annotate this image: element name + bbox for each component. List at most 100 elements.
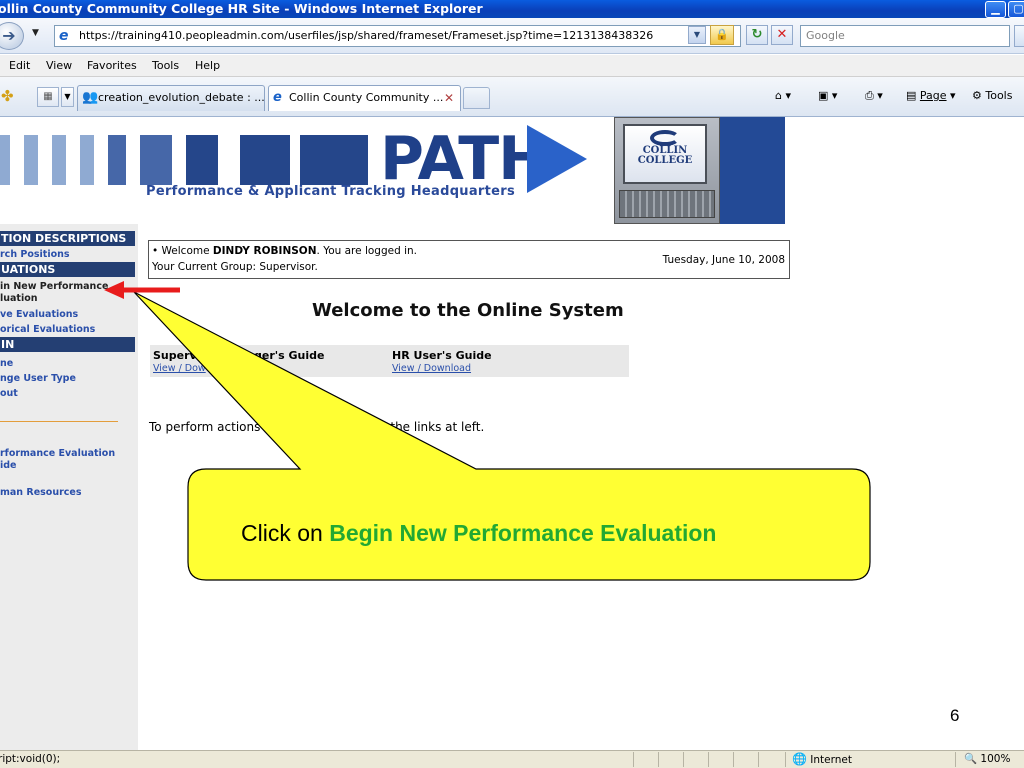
maximize-button[interactable]: ▢ bbox=[1008, 1, 1024, 18]
banner-stripe bbox=[24, 135, 38, 185]
home-icon[interactable]: ⌂ ▾ bbox=[775, 86, 791, 106]
status-divider bbox=[633, 752, 634, 767]
sidebar-item-performance-evaluation-guide-line2[interactable]: ide bbox=[0, 460, 135, 471]
sidebar-heading-evaluations: UATIONS bbox=[0, 262, 135, 277]
gear-icon: ⚙ bbox=[972, 89, 982, 102]
tools-menu-label: Tools bbox=[985, 89, 1013, 102]
lock-icon[interactable]: 🔒 bbox=[710, 25, 734, 45]
path-arrow-icon bbox=[527, 125, 587, 193]
search-button[interactable] bbox=[1014, 25, 1024, 47]
window-title-bar: ollin County Community College HR Site -… bbox=[0, 0, 1024, 18]
current-group: Your Current Group: Supervisor. bbox=[152, 261, 318, 273]
sidebar-divider bbox=[0, 421, 118, 422]
sidebar-item-human-resources[interactable]: man Resources bbox=[0, 487, 135, 498]
supervisor-guide-title: Superv bbox=[153, 349, 197, 362]
history-dropdown-icon[interactable]: ▼ bbox=[32, 28, 39, 38]
feeds-icon[interactable]: ▣ ▾ bbox=[818, 86, 837, 106]
page-menu-label: Page bbox=[919, 89, 947, 102]
close-tab-icon[interactable]: ✕ bbox=[444, 86, 454, 110]
minimize-button[interactable]: ▁ bbox=[985, 1, 1006, 18]
sidebar-item-performance-evaluation-guide[interactable]: rformance Evaluation bbox=[0, 448, 135, 459]
welcome-suffix: . You are logged in. bbox=[316, 245, 417, 257]
quick-tabs-icon[interactable]: ▦ bbox=[37, 87, 59, 107]
banner-stripe bbox=[108, 135, 126, 185]
banner-side-panel bbox=[720, 117, 785, 224]
zoom-label: 100% bbox=[980, 753, 1011, 765]
sidebar-item-change-user-type[interactable]: nge User Type bbox=[0, 373, 135, 384]
tab-list-dropdown-icon[interactable]: ▼ bbox=[61, 87, 74, 107]
welcome-line: • Welcome DINDY ROBINSON. You are logged… bbox=[152, 245, 417, 257]
hr-guide-link[interactable]: View / Download bbox=[392, 363, 471, 374]
sidebar-item-begin-new-evaluation-line2[interactable]: luation bbox=[0, 293, 135, 304]
tools-menu[interactable]: ⚙ Tools bbox=[972, 86, 1012, 106]
sidebar-item-logout[interactable]: out bbox=[0, 388, 135, 399]
path-banner: PATH Performance & Applicant Tracking He… bbox=[0, 117, 785, 224]
welcome-prefix: • Welcome bbox=[152, 245, 213, 257]
favorites-star-icon[interactable]: ✤ bbox=[1, 87, 14, 105]
laptop-image: COLLIN COLLEGE bbox=[614, 117, 720, 224]
current-date: Tuesday, June 10, 2008 bbox=[662, 254, 785, 266]
banner-stripe bbox=[0, 135, 10, 185]
zoom-control[interactable]: 🔍 100% bbox=[964, 751, 1010, 768]
hr-guide-title: HR User's Guide bbox=[392, 349, 492, 362]
instructions-text: To perform actions the links at left. bbox=[149, 420, 484, 434]
globe-icon: 🌐 bbox=[792, 752, 807, 766]
college-name-line2: COLLEGE bbox=[637, 155, 693, 166]
window-title: ollin County Community College HR Site -… bbox=[0, 1, 483, 16]
menu-view[interactable]: View bbox=[46, 55, 72, 76]
menu-favorites[interactable]: Favorites bbox=[87, 55, 137, 76]
callout-prefix: Click on bbox=[241, 520, 330, 546]
status-text: ript:void(0); bbox=[0, 753, 61, 765]
address-input[interactable]: e https://training410.peopleadmin.com/us… bbox=[54, 25, 741, 47]
new-tab-button[interactable] bbox=[463, 87, 490, 109]
sidebar-heading-admin: IN bbox=[0, 337, 135, 352]
sidebar-heading-position-descriptions: TION DESCRIPTIONS bbox=[0, 231, 135, 246]
supervisor-guide-link[interactable]: View / Dow bbox=[153, 363, 206, 374]
tab-collin-county[interactable]: e Collin County Community ... ✕ bbox=[268, 85, 461, 111]
laptop-screen: COLLIN COLLEGE bbox=[623, 124, 707, 184]
instructions-end: the links at left. bbox=[390, 420, 485, 434]
sidebar-item-home[interactable]: ne bbox=[0, 358, 135, 369]
zone-label: Internet bbox=[810, 754, 852, 766]
instructions-start: To perform actions bbox=[149, 420, 261, 434]
sidebar-item-historical-evaluations[interactable]: orical Evaluations bbox=[0, 324, 135, 335]
menu-edit[interactable]: Edit bbox=[9, 55, 30, 76]
banner-stripe bbox=[186, 135, 218, 185]
search-input[interactable]: Google bbox=[800, 25, 1010, 47]
status-divider bbox=[708, 752, 709, 767]
security-zone[interactable]: 🌐 Internet bbox=[792, 751, 852, 768]
zoom-icon: 🔍 bbox=[964, 753, 978, 765]
search-placeholder: Google bbox=[806, 29, 845, 42]
slide-number: 6 bbox=[950, 706, 960, 725]
banner-subtitle: Performance & Applicant Tracking Headqua… bbox=[146, 184, 516, 199]
tab-creation-evolution[interactable]: 👥 creation_evolution_debate : ... bbox=[77, 85, 265, 111]
back-button[interactable]: ➔ bbox=[0, 22, 24, 50]
supervisor-guide-title-tail: ger's Guide bbox=[254, 349, 325, 362]
sidebar-item-begin-new-evaluation[interactable]: in New Performance bbox=[0, 281, 135, 292]
sidebar-item-search-positions[interactable]: rch Positions bbox=[0, 249, 135, 260]
stop-icon[interactable]: ✕ bbox=[771, 25, 793, 45]
path-logo: PATH bbox=[380, 124, 548, 194]
user-name: DINDY ROBINSON bbox=[212, 245, 317, 257]
status-divider bbox=[658, 752, 659, 767]
sidebar-item-active-evaluations[interactable]: ve Evaluations bbox=[0, 309, 135, 320]
banner-stripe bbox=[80, 135, 94, 185]
page-icon: ▤ bbox=[906, 89, 917, 102]
refresh-icon[interactable]: ↻ bbox=[746, 25, 768, 45]
banner-stripe bbox=[300, 135, 368, 185]
tab-label: Collin County Community ... bbox=[289, 91, 444, 104]
status-divider bbox=[733, 752, 734, 767]
status-divider bbox=[683, 752, 684, 767]
status-divider bbox=[955, 752, 956, 767]
laptop-keyboard bbox=[619, 190, 715, 218]
page-menu[interactable]: ▤ Page ▾ bbox=[906, 86, 956, 106]
print-icon[interactable]: ⎙ ▾ bbox=[865, 86, 883, 106]
menu-help[interactable]: Help bbox=[195, 55, 220, 76]
menu-tools[interactable]: Tools bbox=[152, 55, 179, 76]
menu-bar: Edit View Favorites Tools Help bbox=[0, 55, 1024, 77]
banner-stripe bbox=[140, 135, 172, 185]
guides-panel: Superv ger's Guide View / Dow HR User's … bbox=[150, 345, 629, 377]
address-dropdown-icon[interactable]: ▼ bbox=[688, 26, 706, 44]
welcome-box: • Welcome DINDY ROBINSON. You are logged… bbox=[148, 240, 790, 279]
ie-page-icon: e bbox=[59, 28, 69, 44]
